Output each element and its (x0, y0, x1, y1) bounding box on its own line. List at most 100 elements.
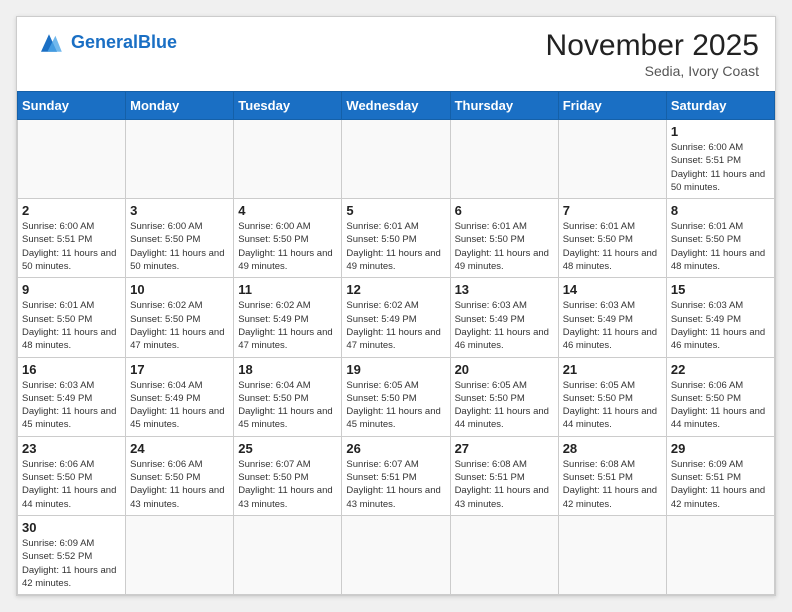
day-cell (558, 515, 666, 594)
calendar-grid: SundayMondayTuesdayWednesdayThursdayFrid… (17, 91, 775, 595)
day-info: Sunrise: 6:08 AM Sunset: 5:51 PM Dayligh… (455, 458, 554, 511)
day-number: 14 (563, 282, 662, 297)
day-cell: 13 Sunrise: 6:03 AM Sunset: 5:49 PM Dayli… (450, 278, 558, 357)
day-cell (450, 120, 558, 199)
weekday-header-row: SundayMondayTuesdayWednesdayThursdayFrid… (18, 92, 775, 120)
day-number: 13 (455, 282, 554, 297)
weekday-header-wednesday: Wednesday (342, 92, 450, 120)
day-info: Sunrise: 6:01 AM Sunset: 5:50 PM Dayligh… (346, 220, 445, 273)
day-info: Sunrise: 6:05 AM Sunset: 5:50 PM Dayligh… (346, 379, 445, 432)
day-cell: 20Sunrise: 6:05 AM Sunset: 5:50 PM Dayli… (450, 357, 558, 436)
day-cell: 30 Sunrise: 6:09 AM Sunset: 5:52 PM Dayli… (18, 515, 126, 594)
day-cell (234, 515, 342, 594)
day-info: Sunrise: 6:09 AM Sunset: 5:51 PM Dayligh… (671, 458, 770, 511)
day-number: 29 (671, 441, 770, 456)
calendar-container: GeneralBlue November 2025 Sedia, Ivory C… (16, 16, 776, 596)
day-info: Sunrise: 6:02 AM Sunset: 5:49 PM Dayligh… (238, 299, 337, 352)
day-number: 19 (346, 362, 445, 377)
day-number: 15 (671, 282, 770, 297)
day-info: Sunrise: 6:06 AM Sunset: 5:50 PM Dayligh… (671, 379, 770, 432)
day-cell: 2 Sunrise: 6:00 AM Sunset: 5:51 PM Daylig… (18, 199, 126, 278)
week-row-4: 23 Sunrise: 6:06 AM Sunset: 5:50 PM Dayli… (18, 436, 775, 515)
day-cell (666, 515, 774, 594)
day-number: 8 (671, 203, 770, 218)
weekday-header-tuesday: Tuesday (234, 92, 342, 120)
day-number: 10 (130, 282, 229, 297)
day-info: Sunrise: 6:00 AM Sunset: 5:50 PM Dayligh… (238, 220, 337, 273)
week-row-1: 2 Sunrise: 6:00 AM Sunset: 5:51 PM Daylig… (18, 199, 775, 278)
day-cell: 9 Sunrise: 6:01 AM Sunset: 5:50 PM Daylig… (18, 278, 126, 357)
weekday-header-monday: Monday (126, 92, 234, 120)
day-number: 4 (238, 203, 337, 218)
day-info: Sunrise: 6:01 AM Sunset: 5:50 PM Dayligh… (22, 299, 121, 352)
calendar-header: GeneralBlue November 2025 Sedia, Ivory C… (17, 17, 775, 83)
day-cell (342, 120, 450, 199)
logo-icon (33, 29, 65, 57)
day-info: Sunrise: 6:06 AM Sunset: 5:50 PM Dayligh… (130, 458, 229, 511)
day-info: Sunrise: 6:00 AM Sunset: 5:51 PM Dayligh… (22, 220, 121, 273)
day-cell: 19 Sunrise: 6:05 AM Sunset: 5:50 PM Dayli… (342, 357, 450, 436)
logo-blue: Blue (138, 32, 177, 52)
day-cell: 16 Sunrise: 6:03 AM Sunset: 5:49 PM Dayli… (18, 357, 126, 436)
day-info: Sunrise: 6:02 AM Sunset: 5:50 PM Dayligh… (130, 299, 229, 352)
day-cell: 1Sunrise: 6:00 AM Sunset: 5:51 PM Daylig… (666, 120, 774, 199)
week-row-2: 9 Sunrise: 6:01 AM Sunset: 5:50 PM Daylig… (18, 278, 775, 357)
day-number: 11 (238, 282, 337, 297)
day-cell: 8 Sunrise: 6:01 AM Sunset: 5:50 PM Daylig… (666, 199, 774, 278)
day-cell: 18Sunrise: 6:04 AM Sunset: 5:50 PM Dayli… (234, 357, 342, 436)
day-number: 22 (671, 362, 770, 377)
day-number: 27 (455, 441, 554, 456)
day-cell: 12Sunrise: 6:02 AM Sunset: 5:49 PM Dayli… (342, 278, 450, 357)
day-cell (342, 515, 450, 594)
day-info: Sunrise: 6:03 AM Sunset: 5:49 PM Dayligh… (671, 299, 770, 352)
day-cell: 6Sunrise: 6:01 AM Sunset: 5:50 PM Daylig… (450, 199, 558, 278)
day-info: Sunrise: 6:09 AM Sunset: 5:52 PM Dayligh… (22, 537, 121, 590)
week-row-3: 16 Sunrise: 6:03 AM Sunset: 5:49 PM Dayli… (18, 357, 775, 436)
day-cell (558, 120, 666, 199)
day-number: 5 (346, 203, 445, 218)
day-cell: 27 Sunrise: 6:08 AM Sunset: 5:51 PM Dayli… (450, 436, 558, 515)
day-info: Sunrise: 6:03 AM Sunset: 5:49 PM Dayligh… (455, 299, 554, 352)
day-info: Sunrise: 6:02 AM Sunset: 5:49 PM Dayligh… (346, 299, 445, 352)
weekday-header-thursday: Thursday (450, 92, 558, 120)
day-number: 3 (130, 203, 229, 218)
day-number: 25 (238, 441, 337, 456)
day-number: 21 (563, 362, 662, 377)
day-cell: 15 Sunrise: 6:03 AM Sunset: 5:49 PM Dayli… (666, 278, 774, 357)
day-info: Sunrise: 6:08 AM Sunset: 5:51 PM Dayligh… (563, 458, 662, 511)
day-number: 6 (455, 203, 554, 218)
day-number: 26 (346, 441, 445, 456)
weekday-header-sunday: Sunday (18, 92, 126, 120)
day-number: 7 (563, 203, 662, 218)
day-cell (450, 515, 558, 594)
day-number: 23 (22, 441, 121, 456)
day-number: 24 (130, 441, 229, 456)
week-row-0: 1Sunrise: 6:00 AM Sunset: 5:51 PM Daylig… (18, 120, 775, 199)
day-cell: 22 Sunrise: 6:06 AM Sunset: 5:50 PM Dayli… (666, 357, 774, 436)
day-cell (126, 515, 234, 594)
day-number: 17 (130, 362, 229, 377)
day-info: Sunrise: 6:04 AM Sunset: 5:50 PM Dayligh… (238, 379, 337, 432)
day-cell (126, 120, 234, 199)
logo-general: General (71, 32, 138, 52)
weekday-header-saturday: Saturday (666, 92, 774, 120)
day-number: 9 (22, 282, 121, 297)
day-number: 2 (22, 203, 121, 218)
day-cell: 7 Sunrise: 6:01 AM Sunset: 5:50 PM Daylig… (558, 199, 666, 278)
day-info: Sunrise: 6:01 AM Sunset: 5:50 PM Dayligh… (563, 220, 662, 273)
day-info: Sunrise: 6:05 AM Sunset: 5:50 PM Dayligh… (455, 379, 554, 432)
day-info: Sunrise: 6:07 AM Sunset: 5:50 PM Dayligh… (238, 458, 337, 511)
day-info: Sunrise: 6:06 AM Sunset: 5:50 PM Dayligh… (22, 458, 121, 511)
week-row-5: 30 Sunrise: 6:09 AM Sunset: 5:52 PM Dayli… (18, 515, 775, 594)
weekday-header-friday: Friday (558, 92, 666, 120)
day-number: 30 (22, 520, 121, 535)
day-info: Sunrise: 6:03 AM Sunset: 5:49 PM Dayligh… (563, 299, 662, 352)
day-info: Sunrise: 6:01 AM Sunset: 5:50 PM Dayligh… (671, 220, 770, 273)
day-cell: 11 Sunrise: 6:02 AM Sunset: 5:49 PM Dayli… (234, 278, 342, 357)
day-info: Sunrise: 6:03 AM Sunset: 5:49 PM Dayligh… (22, 379, 121, 432)
day-number: 16 (22, 362, 121, 377)
day-cell: 5 Sunrise: 6:01 AM Sunset: 5:50 PM Daylig… (342, 199, 450, 278)
day-cell: 14 Sunrise: 6:03 AM Sunset: 5:49 PM Dayli… (558, 278, 666, 357)
day-cell: 29 Sunrise: 6:09 AM Sunset: 5:51 PM Dayli… (666, 436, 774, 515)
day-cell (234, 120, 342, 199)
